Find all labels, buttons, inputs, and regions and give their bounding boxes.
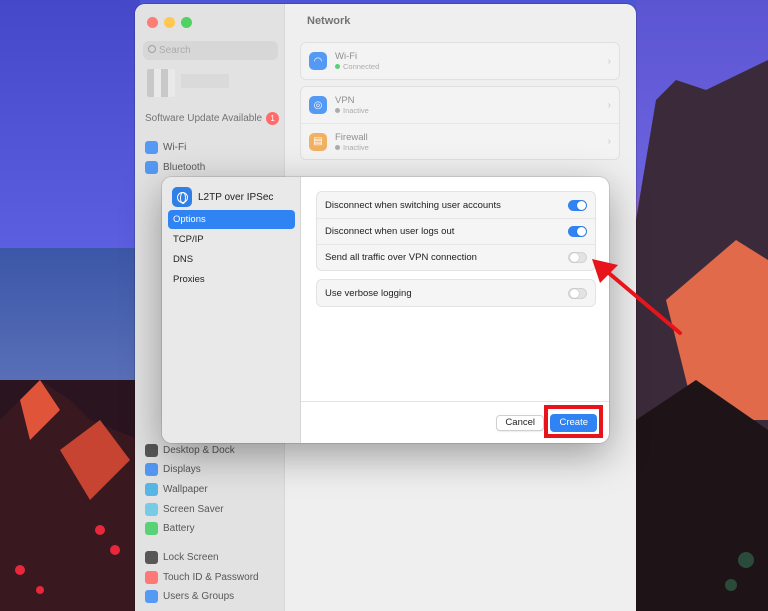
- options-panel: Disconnect when switching user accounts …: [316, 191, 596, 315]
- globe-icon: [172, 187, 192, 207]
- option-verbose-logging: Use verbose logging: [317, 280, 595, 306]
- dialog-title: L2TP over IPSec: [198, 191, 274, 203]
- options-group-logging: Use verbose logging: [316, 279, 596, 307]
- toggle-verbose-logging[interactable]: [568, 287, 587, 299]
- option-label: Disconnect when switching user accounts: [325, 199, 501, 211]
- cancel-button[interactable]: Cancel: [496, 415, 544, 431]
- wallpaper-sea: [0, 248, 140, 388]
- option-label: Send all traffic over VPN connection: [325, 252, 477, 263]
- options-group-main: Disconnect when switching user accounts …: [316, 191, 596, 271]
- tab-tcp-ip[interactable]: TCP/IP: [168, 230, 295, 249]
- toggle-disconnect-logout[interactable]: [568, 226, 587, 237]
- dialog-header: L2TP over IPSec: [172, 187, 273, 207]
- option-send-all-traffic: Send all traffic over VPN connection: [317, 244, 595, 270]
- toggle-send-all-traffic[interactable]: [568, 252, 587, 263]
- tab-options[interactable]: Options: [168, 210, 295, 229]
- tab-proxies[interactable]: Proxies: [168, 270, 295, 289]
- vpn-config-dialog: L2TP over IPSec Options TCP/IP DNS Proxi…: [162, 177, 609, 443]
- wallpaper-foreground: [0, 380, 140, 611]
- toggle-disconnect-switching[interactable]: [568, 199, 587, 211]
- annotation-arrow-icon: [592, 259, 682, 335]
- option-label: Disconnect when user logs out: [325, 226, 455, 237]
- option-label: Use verbose logging: [325, 287, 412, 299]
- option-disconnect-switching: Disconnect when switching user accounts: [317, 192, 595, 218]
- wallpaper-sky: [0, 0, 140, 250]
- create-button-highlight: [544, 405, 603, 438]
- tab-dns[interactable]: DNS: [168, 250, 295, 269]
- dialog-sidebar: L2TP over IPSec Options TCP/IP DNS Proxi…: [162, 177, 301, 443]
- option-disconnect-logout: Disconnect when user logs out: [317, 218, 595, 244]
